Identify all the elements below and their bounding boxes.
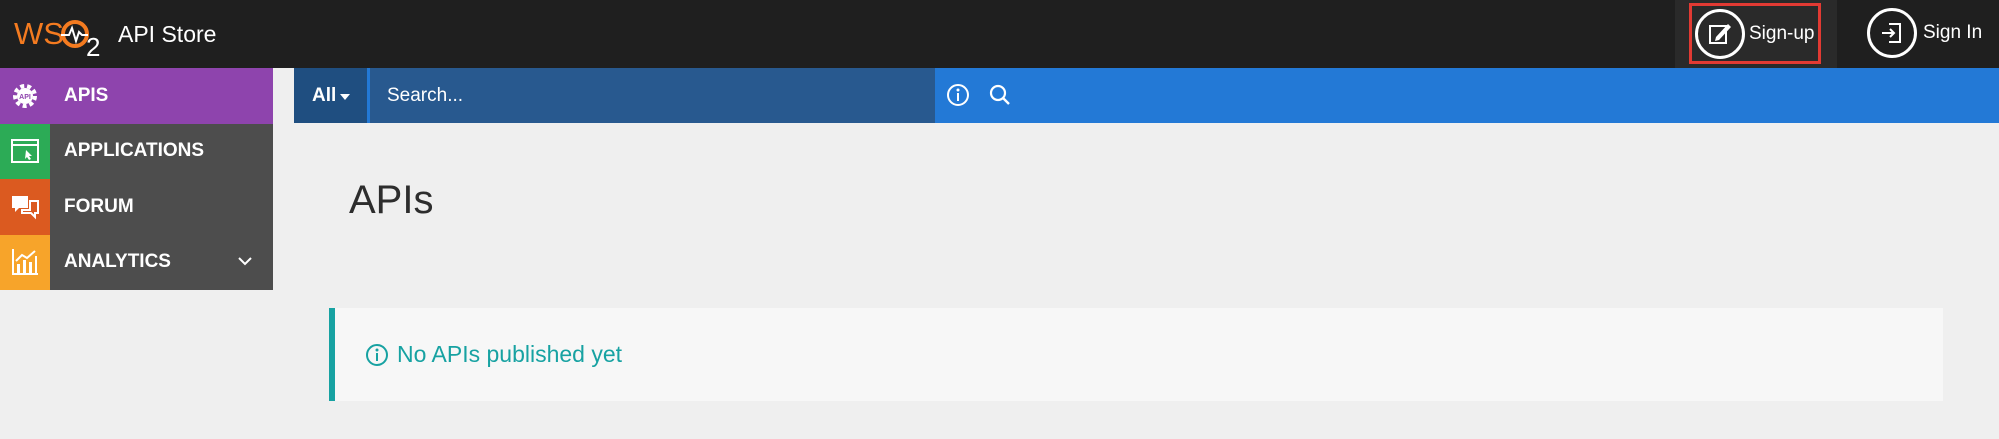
search-bar: All [273, 68, 1999, 123]
alert-message: No APIs published yet [397, 341, 623, 367]
svg-text:2: 2 [86, 32, 100, 58]
search-icon[interactable] [988, 83, 1012, 107]
signup-label: Sign-up [1749, 22, 1815, 44]
top-header: WS 2 API Store Sign-up Sign In [0, 0, 1999, 68]
sidebar-item-label: FORUM [64, 195, 134, 217]
signin-label: Sign In [1923, 22, 1983, 43]
edit-icon [1695, 8, 1745, 59]
sidebar-item-label: ANALYTICS [64, 251, 171, 273]
bar-chart-icon [0, 234, 50, 290]
svg-text:WS: WS [14, 16, 64, 51]
search-spacer [273, 68, 294, 123]
sidebar-item-label: APPLICATIONS [64, 140, 205, 162]
caret-down-icon [340, 93, 351, 100]
search-box [370, 68, 1010, 123]
info-circle-icon [366, 343, 388, 366]
chat-bubbles-icon [0, 179, 50, 235]
info-icon[interactable] [946, 83, 970, 107]
api-gear-icon: API [0, 68, 50, 124]
sidebar-item-applications[interactable]: APPLICATIONS [0, 123, 273, 179]
sidebar-item-apis[interactable]: API APIS [0, 68, 273, 124]
sidebar: API APIS APPLICATIONS FORUM ANALYTICS [0, 68, 273, 290]
sidebar-item-label: APIS [64, 84, 109, 106]
sidebar-item-forum[interactable]: FORUM [0, 179, 273, 235]
signup-area: Sign-up [1675, 0, 1837, 68]
wso2-logo: WS 2 [14, 10, 106, 58]
signup-button[interactable]: Sign-up [1689, 3, 1821, 64]
search-input[interactable] [370, 68, 880, 123]
sign-in-icon [1867, 8, 1917, 58]
chevron-down-icon[interactable] [237, 255, 253, 267]
application-window-icon [0, 123, 50, 179]
sidebar-item-analytics[interactable]: ANALYTICS [0, 234, 273, 290]
search-filter-dropdown[interactable]: All [294, 68, 367, 123]
page-title: APIs [349, 178, 434, 222]
search-filter-label: All [312, 84, 337, 106]
brand[interactable]: WS 2 API Store [14, 10, 216, 58]
svg-text:API: API [19, 94, 31, 101]
app-title: API Store [118, 20, 217, 47]
info-alert: No APIs published yet [329, 308, 1943, 401]
signin-button[interactable]: Sign In [1864, 4, 1982, 62]
